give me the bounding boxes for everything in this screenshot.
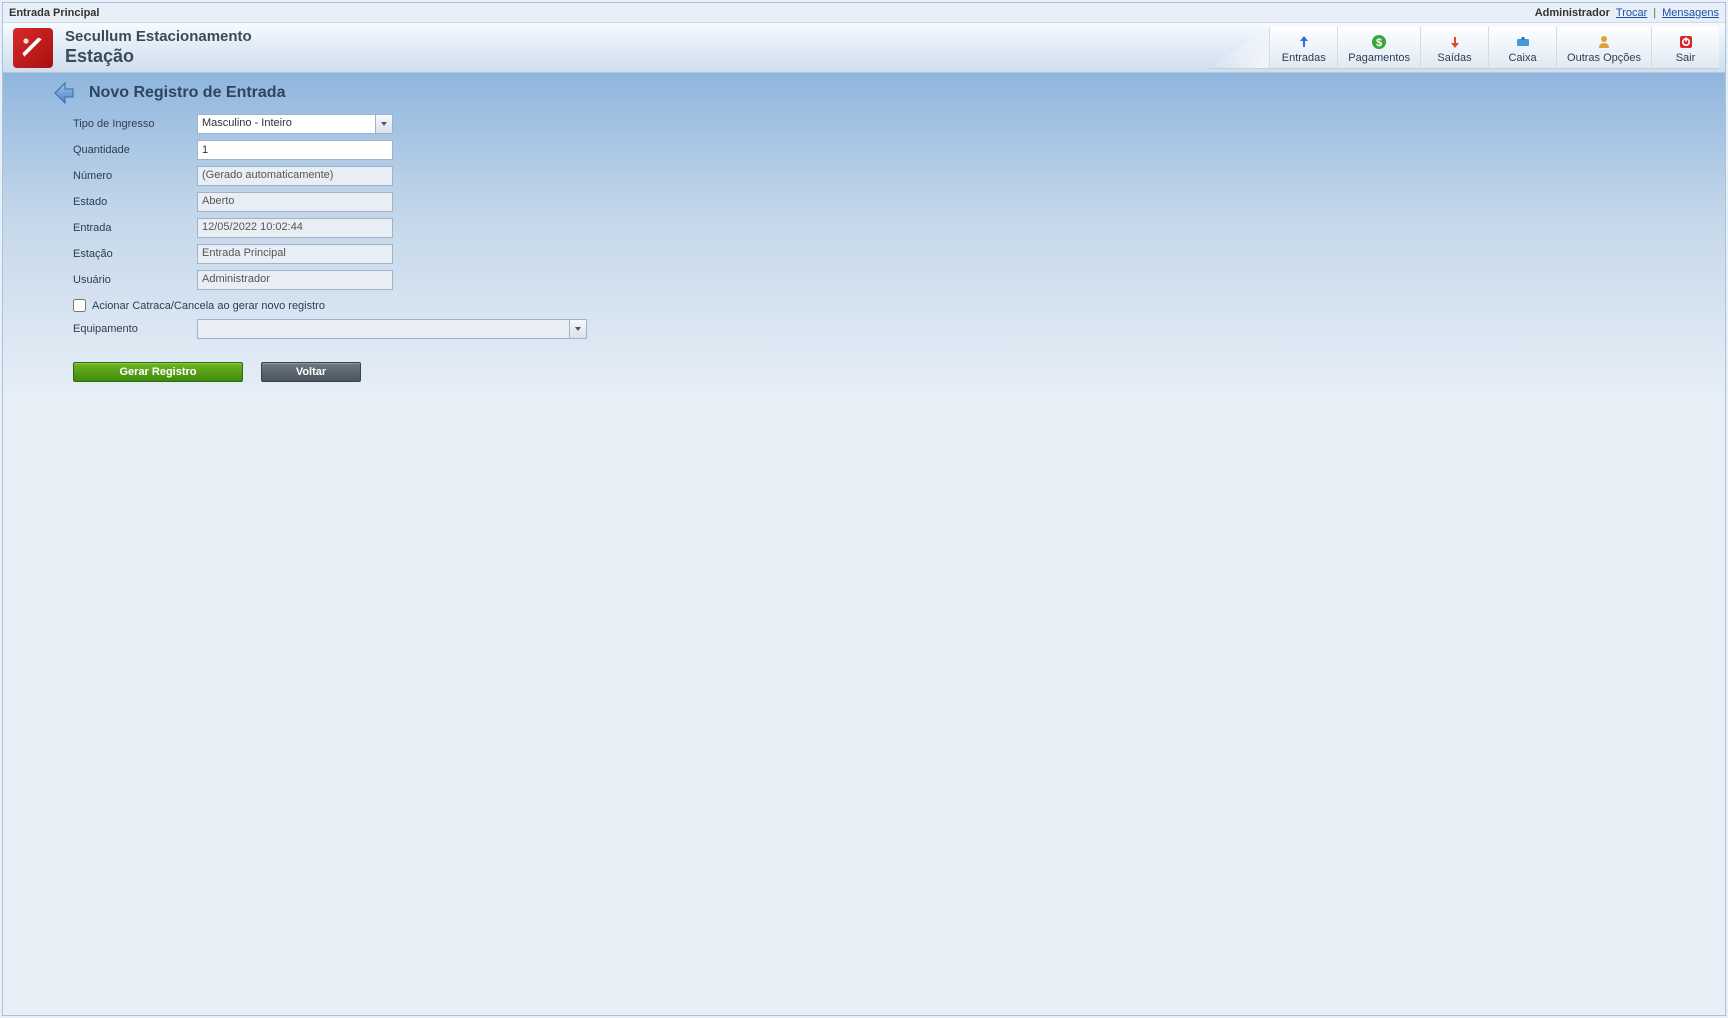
person-icon bbox=[1596, 34, 1612, 50]
nav-label: Entradas bbox=[1282, 52, 1326, 64]
nav-entradas[interactable]: Entradas bbox=[1269, 27, 1337, 69]
app-logo-icon bbox=[13, 28, 53, 68]
chevron-down-icon[interactable] bbox=[375, 114, 393, 134]
nav-saidas[interactable]: Saídas bbox=[1420, 27, 1488, 69]
main-nav: Entradas $ Pagamentos Saídas Caixa bbox=[1209, 27, 1719, 69]
chevron-down-icon[interactable] bbox=[569, 319, 587, 339]
voltar-button[interactable]: Voltar bbox=[261, 362, 361, 382]
equipamento-select[interactable] bbox=[197, 319, 587, 339]
arrow-out-icon bbox=[1447, 34, 1463, 50]
entry-form: Tipo de Ingresso Masculino - Inteiro Qua… bbox=[3, 113, 723, 382]
app-frame: Entrada Principal Administrador Trocar |… bbox=[2, 2, 1726, 1016]
station-name: Entrada Principal bbox=[9, 7, 99, 19]
label-usuario: Usuário bbox=[73, 274, 197, 286]
label-estado: Estado bbox=[73, 196, 197, 208]
app-header: Secullum Estacionamento Estação Entradas… bbox=[3, 23, 1725, 73]
topbar-separator: | bbox=[1653, 7, 1656, 19]
nav-label: Pagamentos bbox=[1348, 52, 1410, 64]
page-title: Novo Registro de Entrada bbox=[89, 84, 285, 102]
change-user-link[interactable]: Trocar bbox=[1616, 7, 1647, 19]
top-bar: Entrada Principal Administrador Trocar |… bbox=[3, 3, 1725, 23]
nav-pagamentos[interactable]: $ Pagamentos bbox=[1337, 27, 1420, 69]
equipamento-value bbox=[197, 319, 569, 339]
nav-label: Caixa bbox=[1508, 52, 1536, 64]
page-heading: Novo Registro de Entrada bbox=[3, 73, 1725, 113]
estado-field: Aberto bbox=[197, 192, 393, 212]
power-icon bbox=[1678, 34, 1694, 50]
quantidade-input[interactable] bbox=[197, 140, 393, 160]
back-arrow-icon bbox=[49, 79, 77, 107]
button-label: Voltar bbox=[296, 366, 326, 378]
usuario-field: Administrador bbox=[197, 270, 393, 290]
acionar-checkbox[interactable] bbox=[73, 299, 86, 312]
content-area: Novo Registro de Entrada Tipo de Ingress… bbox=[3, 73, 1725, 1015]
nav-outras-opcoes[interactable]: Outras Opções bbox=[1556, 27, 1651, 69]
label-quantidade: Quantidade bbox=[73, 144, 197, 156]
app-title: Secullum Estacionamento Estação bbox=[65, 28, 252, 68]
current-user: Administrador bbox=[1535, 7, 1610, 19]
dollar-icon: $ bbox=[1371, 34, 1387, 50]
label-tipo-ingresso: Tipo de Ingresso bbox=[73, 118, 197, 130]
nav-sair[interactable]: Sair bbox=[1651, 27, 1719, 69]
label-equipamento: Equipamento bbox=[73, 323, 197, 335]
nav-label: Outras Opções bbox=[1567, 52, 1641, 64]
app-title-line1: Secullum Estacionamento bbox=[65, 28, 252, 46]
numero-field: (Gerado automaticamente) bbox=[197, 166, 393, 186]
tipo-ingresso-value: Masculino - Inteiro bbox=[197, 114, 375, 134]
label-entrada: Entrada bbox=[73, 222, 197, 234]
svg-text:$: $ bbox=[1376, 37, 1382, 49]
button-label: Gerar Registro bbox=[119, 366, 196, 378]
entrada-field: 12/05/2022 10:02:44 bbox=[197, 218, 393, 238]
app-title-line2: Estação bbox=[65, 46, 252, 68]
nav-label: Sair bbox=[1676, 52, 1696, 64]
nav-caixa[interactable]: Caixa bbox=[1488, 27, 1556, 69]
label-numero: Número bbox=[73, 170, 197, 182]
acionar-checkbox-label: Acionar Catraca/Cancela ao gerar novo re… bbox=[92, 300, 325, 312]
messages-link[interactable]: Mensagens bbox=[1662, 7, 1719, 19]
label-estacao: Estação bbox=[73, 248, 197, 260]
estacao-field: Entrada Principal bbox=[197, 244, 393, 264]
cash-icon bbox=[1515, 34, 1531, 50]
arrow-in-icon bbox=[1296, 34, 1312, 50]
nav-label: Saídas bbox=[1437, 52, 1471, 64]
gerar-registro-button[interactable]: Gerar Registro bbox=[73, 362, 243, 382]
nav-lead-wedge bbox=[1209, 27, 1269, 69]
tipo-ingresso-select[interactable]: Masculino - Inteiro bbox=[197, 114, 393, 134]
